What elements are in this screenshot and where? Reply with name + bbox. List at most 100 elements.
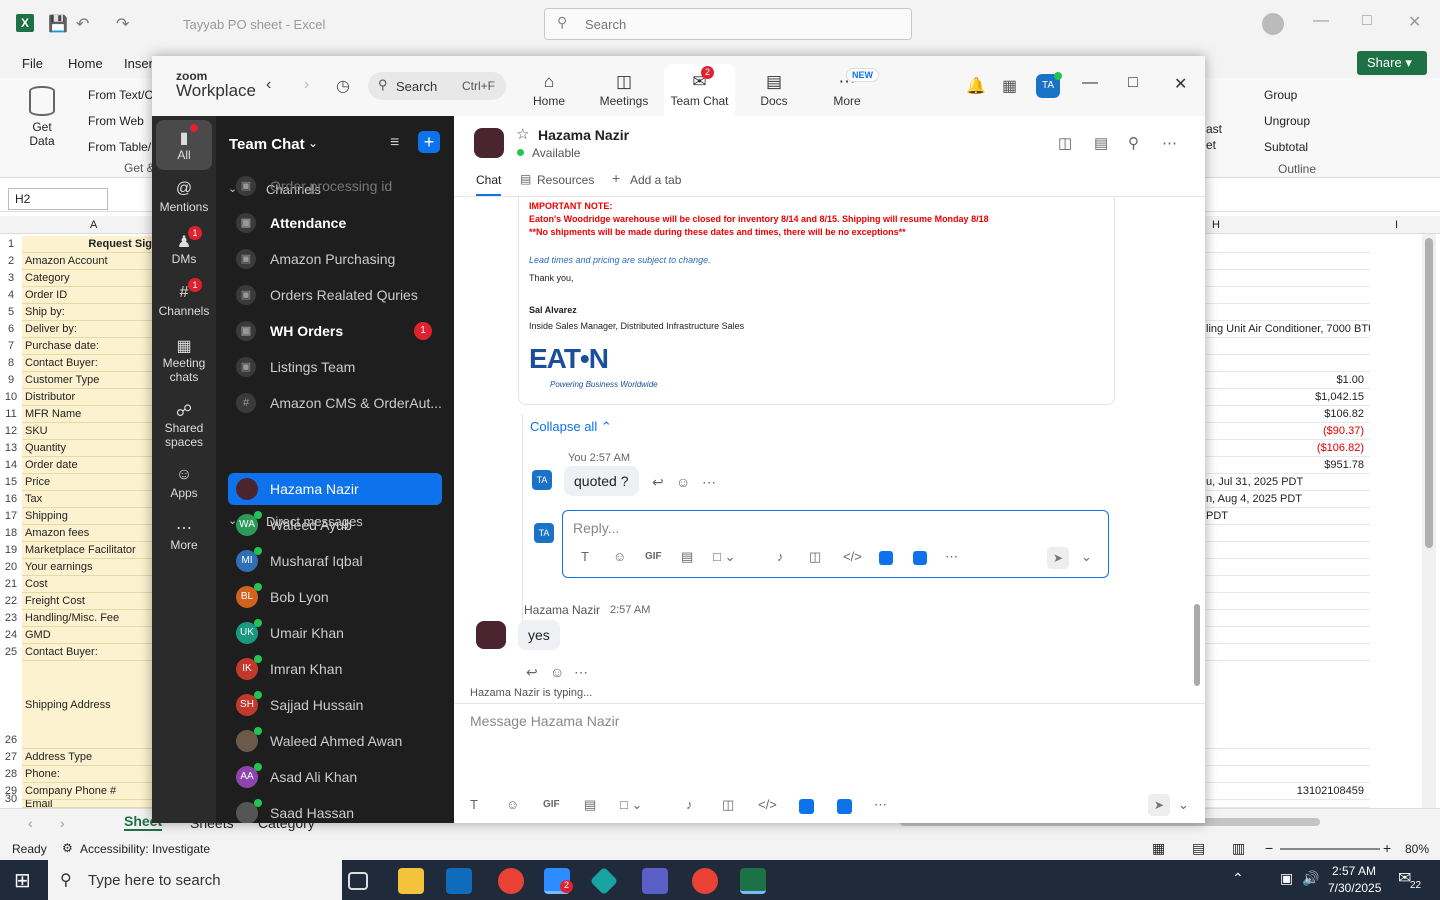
teams-icon[interactable] bbox=[642, 868, 668, 894]
message-input[interactable]: Message Hazama Nazir bbox=[470, 713, 619, 729]
row-header[interactable]: 28 bbox=[0, 768, 22, 780]
app-icon[interactable] bbox=[799, 799, 814, 814]
filter-icon[interactable]: ≡ bbox=[390, 134, 399, 152]
cell-a[interactable]: GMD bbox=[22, 627, 152, 644]
rail-shared-spaces[interactable]: ☍ Shared spaces bbox=[152, 401, 216, 449]
text-format-icon[interactable]: T bbox=[470, 797, 478, 812]
add-tab-icon[interactable]: + bbox=[612, 170, 620, 186]
cell-h[interactable] bbox=[1206, 644, 1370, 661]
rail-meeting-chats[interactable]: ▦ Meeting chats bbox=[152, 336, 216, 384]
cell-h[interactable] bbox=[1206, 766, 1370, 783]
cell-h[interactable] bbox=[1206, 749, 1370, 766]
row-header[interactable]: 18 bbox=[0, 527, 22, 539]
name-box[interactable]: H2 bbox=[8, 188, 108, 210]
code-icon[interactable]: </> bbox=[843, 549, 862, 564]
cell-a[interactable]: Company Phone # bbox=[22, 783, 152, 800]
cell-h[interactable] bbox=[1206, 236, 1370, 253]
restore-icon[interactable]: □ bbox=[1362, 12, 1372, 30]
video-message-icon[interactable]: ◫ bbox=[722, 797, 734, 813]
dm-item[interactable]: SH Sajjad Hussain bbox=[228, 689, 442, 721]
cell-h[interactable] bbox=[1206, 355, 1370, 372]
user-profile-icon[interactable] bbox=[1262, 13, 1284, 35]
cell-h[interactable] bbox=[1206, 627, 1370, 644]
cell-h[interactable]: ($90.37) bbox=[1206, 423, 1370, 440]
cell-h[interactable] bbox=[1206, 661, 1370, 749]
cell-a[interactable]: Price bbox=[22, 474, 152, 491]
zoom-search-box[interactable]: ⚲ Search Ctrl+F bbox=[368, 72, 506, 100]
rail-mentions[interactable]: @ Mentions bbox=[152, 180, 216, 214]
cell-a[interactable]: Deliver by: bbox=[22, 321, 152, 338]
cell-h[interactable]: 13102108459 bbox=[1206, 783, 1370, 800]
column-header-i[interactable]: I bbox=[1395, 219, 1398, 231]
windows-start-icon[interactable]: ⊞ bbox=[14, 868, 31, 893]
cell-h[interactable] bbox=[1206, 338, 1370, 355]
file-explorer-icon[interactable] bbox=[398, 868, 424, 894]
vertical-scrollbar[interactable] bbox=[1422, 234, 1436, 808]
cell-a[interactable]: Contact Buyer: bbox=[22, 644, 152, 661]
star-icon[interactable]: ☆ bbox=[516, 125, 529, 143]
volume-icon[interactable]: 🔊 bbox=[1302, 870, 1319, 887]
send-options-chevron-icon[interactable]: ⌄ bbox=[1081, 549, 1092, 565]
row-header[interactable]: 3 bbox=[0, 272, 22, 284]
dm-item[interactable]: Waleed Ahmed Awan bbox=[228, 725, 442, 757]
row-header[interactable]: 27 bbox=[0, 751, 22, 763]
cell-a[interactable]: Customer Type bbox=[22, 372, 152, 389]
add-reaction-icon[interactable]: ☺ bbox=[676, 474, 690, 490]
row-header[interactable]: 14 bbox=[0, 459, 22, 471]
row-header[interactable]: 21 bbox=[0, 578, 22, 590]
cell-h[interactable]: n, Aug 4, 2025 PDT bbox=[1206, 491, 1370, 508]
file-icon[interactable]: ▤ bbox=[584, 797, 596, 813]
share-button[interactable]: Share ▾ bbox=[1357, 51, 1427, 75]
code-icon[interactable]: </> bbox=[758, 797, 777, 812]
clock-time[interactable]: 2:57 AM bbox=[1332, 864, 1376, 878]
get-data-button[interactable]: Get Data bbox=[22, 86, 62, 148]
cell-h[interactable] bbox=[1206, 253, 1370, 270]
calendar-icon[interactable]: ▦ bbox=[1002, 76, 1017, 96]
task-view-icon[interactable] bbox=[348, 872, 368, 890]
gif-icon[interactable]: GIF bbox=[645, 551, 662, 562]
cell-h[interactable] bbox=[1206, 542, 1370, 559]
cell-h[interactable]: ling Unit Air Conditioner, 7000 BTU (2.0… bbox=[1206, 321, 1370, 338]
new-chat-button[interactable]: + bbox=[418, 131, 440, 153]
cell-a[interactable]: Amazon fees bbox=[22, 525, 152, 542]
rail-dms[interactable]: ♟ DMs bbox=[152, 232, 216, 266]
row-header[interactable]: 8 bbox=[0, 357, 22, 369]
cell-h[interactable]: $951.78 bbox=[1206, 457, 1370, 474]
excel-search-box[interactable]: Search bbox=[544, 8, 912, 40]
cell-h[interactable]: ($106.82) bbox=[1206, 440, 1370, 457]
contact-avatar[interactable] bbox=[474, 128, 504, 158]
row-header[interactable]: 16 bbox=[0, 493, 22, 505]
tab-resources[interactable]: Resources bbox=[537, 173, 594, 187]
cell-a[interactable]: Contact Buyer: bbox=[22, 355, 152, 372]
cell-a[interactable]: Email bbox=[22, 800, 152, 808]
contact-name[interactable]: Hazama Nazir bbox=[538, 127, 629, 143]
more-options-icon[interactable]: ⋯ bbox=[945, 549, 958, 565]
row-header[interactable]: 26 bbox=[0, 734, 22, 746]
nav-home[interactable]: ⌂ Home bbox=[517, 72, 581, 108]
menu-file[interactable]: File bbox=[22, 56, 43, 71]
nav-docs[interactable]: ▤ Docs bbox=[742, 72, 806, 108]
row-header[interactable]: 13 bbox=[0, 442, 22, 454]
channel-item[interactable]: ▣ Amazon Purchasing bbox=[228, 243, 442, 275]
cell-h[interactable] bbox=[1206, 559, 1370, 576]
cell-a[interactable]: Request Sig bbox=[22, 236, 152, 253]
video-call-icon[interactable]: ◫ bbox=[1058, 134, 1072, 152]
cell-a[interactable]: Order ID bbox=[22, 287, 152, 304]
cell-a[interactable]: Shipping Address bbox=[22, 661, 152, 749]
row-header[interactable]: 6 bbox=[0, 323, 22, 335]
taskbar-search[interactable]: Type here to search bbox=[48, 860, 342, 900]
row-header[interactable]: 10 bbox=[0, 391, 22, 403]
close-icon[interactable]: ✕ bbox=[1174, 74, 1187, 94]
cell-a[interactable]: Address Type bbox=[22, 749, 152, 766]
from-text-button[interactable]: From Text/C bbox=[88, 88, 153, 102]
cell-a[interactable]: Shipping bbox=[22, 508, 152, 525]
nav-team-chat[interactable]: ✉ Team Chat bbox=[664, 64, 735, 116]
cell-h[interactable]: $106.82 bbox=[1206, 406, 1370, 423]
cell-h[interactable] bbox=[1206, 800, 1370, 808]
search-icon[interactable]: ⚲ bbox=[1128, 134, 1139, 152]
send-icon[interactable]: ➤ bbox=[1148, 794, 1170, 816]
cell-h[interactable] bbox=[1206, 304, 1370, 321]
row-header[interactable]: 15 bbox=[0, 476, 22, 488]
row-header[interactable]: 11 bbox=[0, 408, 22, 420]
channel-item[interactable]: ▣ Orders Realated Quries bbox=[228, 279, 442, 311]
